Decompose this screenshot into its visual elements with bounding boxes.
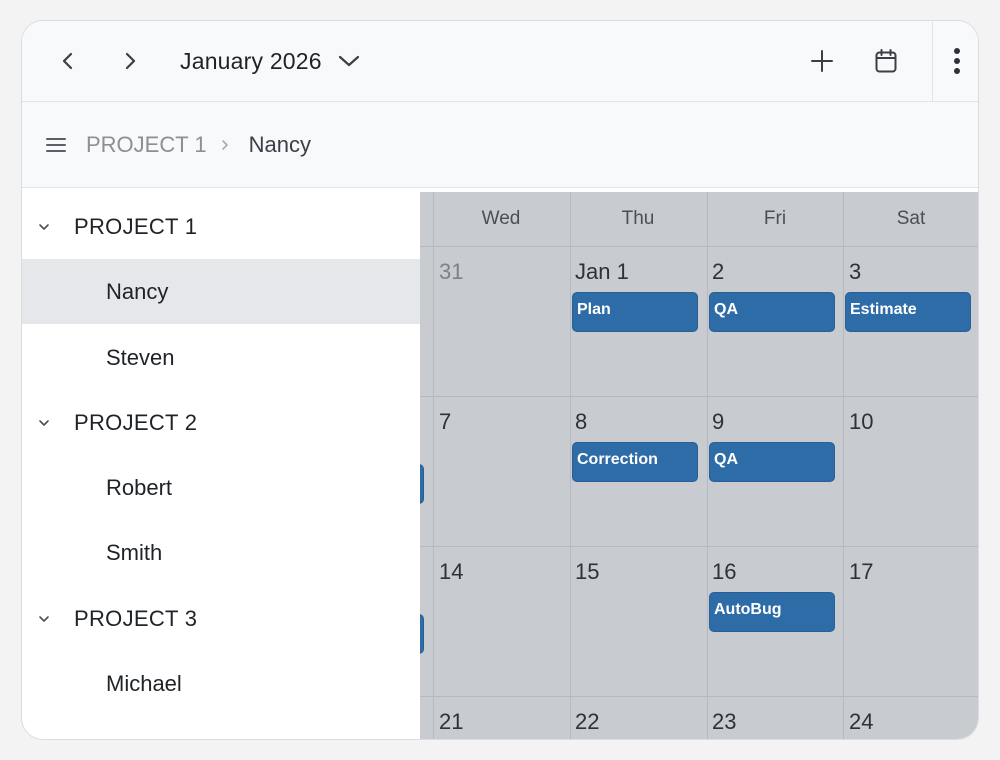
- chevron-down-icon[interactable]: [36, 615, 52, 623]
- tree-group-project-2[interactable]: PROJECT 2: [22, 390, 420, 455]
- day-cell-number[interactable]: 24: [849, 709, 873, 735]
- weekday-header-fri: Fri: [763, 208, 787, 229]
- calendar-event[interactable]: QA: [709, 292, 835, 332]
- tree-item-smith[interactable]: Smith: [22, 520, 420, 585]
- tree-group-project-1[interactable]: PROJECT 1: [22, 194, 420, 259]
- menu-toggle-button[interactable]: [42, 131, 70, 159]
- toolbar: January 2026: [22, 21, 978, 102]
- day-cell-number[interactable]: 31: [439, 259, 463, 285]
- calendar-grid-line: [570, 192, 571, 739]
- tree-item-steven[interactable]: Steven: [22, 325, 420, 390]
- day-cell-number[interactable]: 3: [849, 259, 861, 285]
- tree-item-label: Michael: [106, 670, 182, 696]
- calendar-grid-line: [707, 192, 708, 739]
- breadcrumb-separator: [221, 139, 229, 151]
- chevron-down-icon[interactable]: [36, 419, 52, 427]
- day-cell-number[interactable]: 22: [575, 709, 599, 735]
- calendar-event[interactable]: Plan: [572, 292, 698, 332]
- tree-group-project-3[interactable]: PROJECT 3: [22, 586, 420, 651]
- day-cell-number[interactable]: 16: [712, 559, 736, 585]
- hamburger-icon: [46, 137, 66, 152]
- calendar-grid-line: [433, 192, 434, 739]
- day-cell-number[interactable]: 9: [712, 409, 724, 435]
- day-cell-number[interactable]: 8: [575, 409, 587, 435]
- chevron-left-icon: [62, 52, 73, 70]
- more-options-button[interactable]: [932, 21, 978, 101]
- tree-item-robert[interactable]: Robert: [22, 455, 420, 520]
- day-cell-number[interactable]: 10: [849, 409, 873, 435]
- more-vertical-icon: [953, 48, 960, 74]
- calendar-event[interactable]: QA: [709, 442, 835, 482]
- tree-item-nancy[interactable]: Nancy: [22, 259, 420, 324]
- scheduler-window: January 2026 PROJECT 1 Nancy Wed Thu Fri…: [21, 20, 979, 740]
- tree-item-label: Steven: [106, 344, 175, 370]
- weekday-header-sat: Sat: [896, 208, 926, 229]
- day-cell-number[interactable]: Jan 1: [575, 259, 629, 285]
- day-cell-number[interactable]: 21: [439, 709, 463, 735]
- weekday-header-wed: Wed: [481, 208, 521, 229]
- resource-tree: PROJECT 1 Nancy Steven PROJECT 2 Robert …: [22, 192, 420, 739]
- breadcrumb: PROJECT 1 Nancy: [22, 102, 978, 188]
- tree-group-label: PROJECT 1: [74, 213, 198, 239]
- chevron-down-icon[interactable]: [36, 223, 52, 231]
- tree-group-label: PROJECT 2: [74, 409, 198, 435]
- chevron-down-icon: [338, 55, 359, 67]
- day-cell-number[interactable]: 2: [712, 259, 724, 285]
- tree-item-michael[interactable]: Michael: [22, 651, 420, 716]
- chevron-right-icon: [125, 52, 136, 70]
- calendar-event[interactable]: Correction: [572, 442, 698, 482]
- tree-item-label: Smith: [106, 539, 163, 565]
- tree-item-label: Robert: [106, 474, 173, 500]
- calendar-icon: [875, 49, 897, 73]
- breadcrumb-project-link[interactable]: PROJECT 1: [86, 132, 207, 158]
- calendar-event[interactable]: Estimate: [845, 292, 971, 332]
- tree-group-label: PROJECT 3: [74, 605, 198, 631]
- prev-month-button[interactable]: [50, 43, 86, 79]
- day-cell-number[interactable]: 7: [439, 409, 451, 435]
- chevron-right-icon: [221, 139, 228, 150]
- day-cell-number[interactable]: 23: [712, 709, 736, 735]
- next-month-button[interactable]: [112, 43, 148, 79]
- day-cell-number[interactable]: 17: [849, 559, 873, 585]
- calendar-grid-line: [843, 192, 844, 739]
- tree-item-label: Nancy: [106, 278, 169, 304]
- month-picker-button[interactable]: January 2026: [180, 43, 360, 79]
- day-cell-number[interactable]: 15: [575, 559, 599, 585]
- plus-icon: [811, 50, 833, 72]
- breadcrumb-current: Nancy: [248, 131, 311, 157]
- add-event-button[interactable]: [804, 43, 840, 79]
- day-cell-number[interactable]: 14: [439, 559, 463, 585]
- month-label: January 2026: [180, 47, 322, 74]
- today-calendar-button[interactable]: [868, 43, 904, 79]
- calendar-event[interactable]: AutoBug: [709, 592, 835, 632]
- weekday-header-thu: Thu: [621, 208, 655, 229]
